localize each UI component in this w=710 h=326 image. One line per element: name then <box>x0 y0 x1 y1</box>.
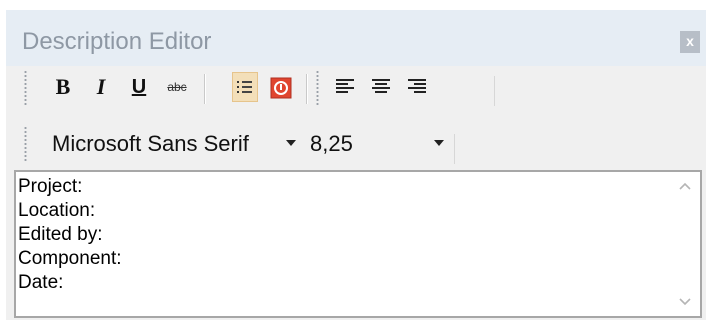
scroll-up-icon[interactable] <box>678 180 692 194</box>
title-bar: Description Editor x <box>6 10 706 66</box>
window-title: Description Editor <box>22 28 212 55</box>
font-family-select[interactable]: Microsoft Sans Serif <box>48 126 300 162</box>
editor-content: Project: Location: Edited by: Component:… <box>18 175 122 295</box>
toolbar-separator <box>306 74 308 104</box>
description-textarea[interactable]: Project: Location: Edited by: Component:… <box>14 170 702 318</box>
align-right-icon <box>408 79 426 93</box>
line-date: Date: <box>18 272 64 293</box>
toolbar-grip[interactable] <box>24 70 27 106</box>
vertical-scrollbar[interactable] <box>670 172 700 316</box>
toolbar-separator <box>204 74 206 104</box>
font-size-value: 8,25 <box>310 131 353 156</box>
align-right-button[interactable] <box>404 72 430 102</box>
line-component: Component: <box>18 248 122 269</box>
align-left-icon <box>336 79 354 93</box>
toolbar-end-separator <box>494 76 495 106</box>
line-edited-by: Edited by: <box>18 224 103 245</box>
line-location: Location: <box>18 200 96 221</box>
toolbar-end-separator <box>454 134 455 164</box>
chevron-down-icon[interactable] <box>434 140 444 146</box>
bullet-list-button[interactable] <box>232 72 258 102</box>
font-family-value: Microsoft Sans Serif <box>52 131 249 156</box>
numbered-list-button[interactable] <box>268 72 294 102</box>
formatting-toolbar: B I U abc <box>24 62 496 114</box>
italic-button[interactable]: I <box>88 72 114 102</box>
font-toolbar: Microsoft Sans Serif 8,25 <box>24 120 456 168</box>
align-center-icon <box>372 79 390 93</box>
underline-button[interactable]: U <box>126 72 152 102</box>
bullet-list-icon <box>237 81 252 93</box>
bold-button[interactable]: B <box>50 72 76 102</box>
numbered-list-icon <box>270 77 292 99</box>
close-button[interactable]: x <box>680 31 700 53</box>
toolbar-grip[interactable] <box>316 70 319 106</box>
toolbar-grip[interactable] <box>24 126 27 162</box>
align-center-button[interactable] <box>368 72 394 102</box>
scroll-down-icon[interactable] <box>678 294 692 308</box>
line-project: Project: <box>18 176 83 197</box>
chevron-down-icon[interactable] <box>286 140 296 146</box>
font-size-select[interactable]: 8,25 <box>306 126 456 162</box>
strikethrough-button[interactable]: abc <box>164 72 190 102</box>
align-left-button[interactable] <box>332 72 358 102</box>
